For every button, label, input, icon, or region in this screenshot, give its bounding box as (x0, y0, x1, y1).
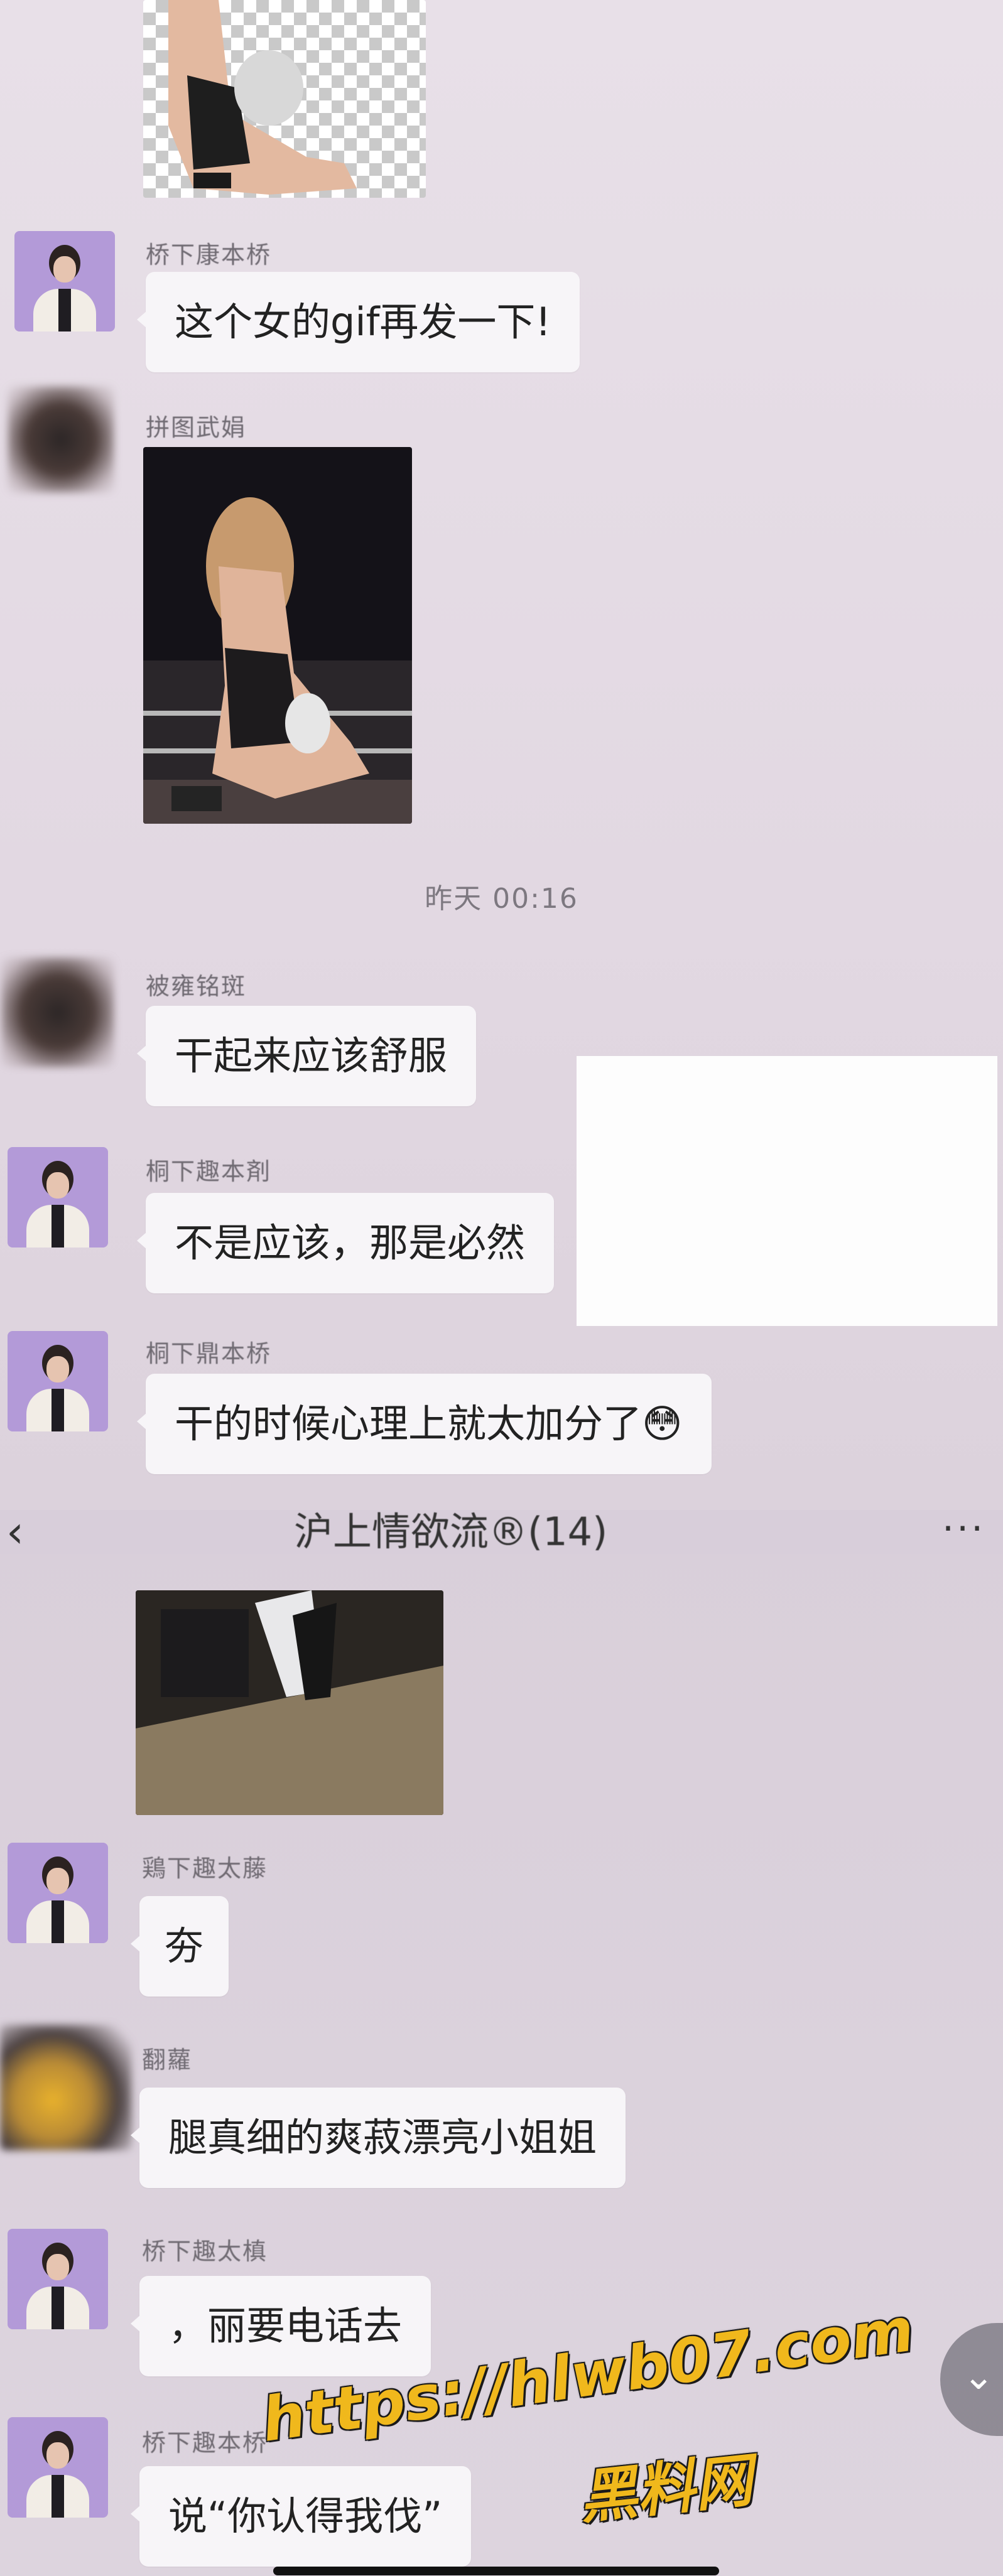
sender-name: 桥下趣本桥 (142, 2429, 268, 2457)
sender-name: 被雍铭斑 (146, 973, 247, 1000)
message-bubble[interactable]: 夯 (130, 1896, 229, 1997)
avatar[interactable] (8, 1147, 108, 1248)
sender-name: 桐下鼎本桥 (146, 1340, 272, 1367)
avatar[interactable] (14, 231, 115, 331)
chat-header: ‹ 沪上情欲流®(14) ··· (0, 1510, 1003, 1554)
message-bubble[interactable]: 不是应该，那是必然 (136, 1193, 555, 1293)
avatar[interactable] (8, 2229, 108, 2329)
sender-name: 拼图武娟 (146, 414, 247, 441)
image-content (136, 1590, 443, 1815)
home-indicator (273, 2567, 719, 2575)
message-text: 干的时候心理上就太加分了 (175, 1401, 642, 1447)
message-bubble[interactable]: 说“你认得我伐” (130, 2466, 472, 2567)
shared-image-gif[interactable] (143, 0, 426, 198)
sender-name: 鶏下趣太藤 (142, 1855, 268, 1882)
avatar[interactable] (8, 386, 114, 493)
sender-name: 桥下趣太槙 (142, 2238, 268, 2265)
avatar[interactable] (0, 2025, 132, 2150)
shared-image[interactable] (143, 447, 412, 824)
flushed-emoji-icon: 😳 (642, 1401, 683, 1447)
ellipsis-icon[interactable]: ··· (942, 1510, 985, 1548)
redaction-box (577, 1056, 997, 1326)
image-content (168, 0, 357, 195)
chat-screenshot-top: 桥下康本桥 这个女的gif再发一下! 拼图武娟 昨天 00:16 被雍铭斑 干起… (0, 0, 1003, 1510)
avatar[interactable] (8, 1331, 108, 1431)
chevron-down-icon: ⌄ (963, 2354, 995, 2398)
message-bubble[interactable]: 干的时候心理上就太加分了😳 (137, 1374, 712, 1474)
group-title: 沪上情欲流®(14) (294, 1510, 608, 1555)
image-content (143, 497, 412, 824)
sender-name: 翻蘿 (142, 2046, 193, 2074)
timestamp: 昨天 00:16 (425, 883, 578, 915)
message-bubble[interactable]: ，丽要电话去 (130, 2276, 431, 2376)
avatar[interactable] (8, 2417, 108, 2518)
avatar[interactable] (1, 957, 114, 1067)
shared-image[interactable] (136, 1590, 443, 1815)
avatar[interactable] (8, 1843, 108, 1943)
message-bubble[interactable]: 干起来应该舒服 (136, 1006, 477, 1106)
chevron-left-icon[interactable]: ‹ (6, 1510, 24, 1554)
message-bubble[interactable]: 腿真细的爽菽漂亮小姐姐 (130, 2088, 626, 2188)
message-bubble[interactable]: 这个女的gif再发一下! (136, 272, 580, 372)
sender-name: 桥下康本桥 (146, 241, 272, 269)
sender-name: 桐下趣本剤 (146, 1158, 272, 1185)
